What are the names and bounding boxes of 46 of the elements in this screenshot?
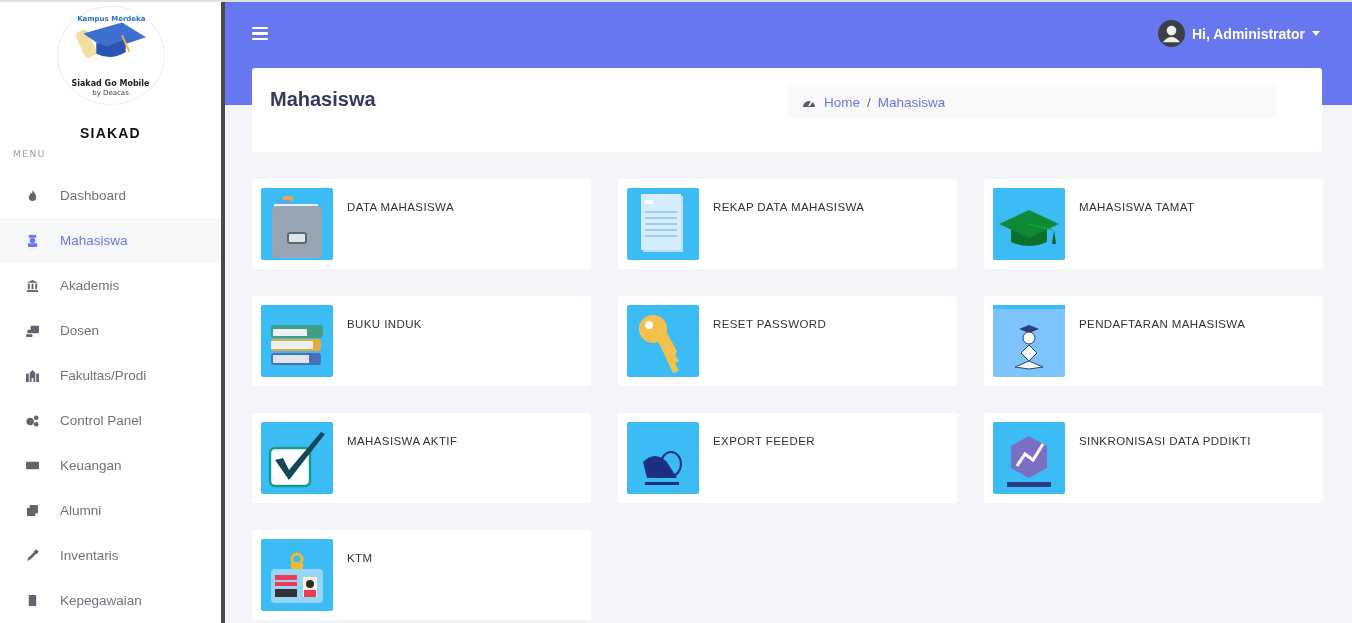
graduate-icon [26, 234, 39, 247]
avatar-icon [1157, 20, 1185, 47]
feeder-logo-icon [627, 422, 699, 494]
user-menu[interactable]: Hi, Administrator [1157, 20, 1320, 47]
bank-icon [26, 279, 39, 292]
fire-icon [26, 189, 39, 202]
card-cabinet-icon [261, 188, 333, 260]
checkbox-icon [261, 422, 333, 494]
sidebar-item[interactable]: Keuangan [0, 443, 221, 488]
breadcrumb-link[interactable]: Mahasiswa [877, 94, 946, 110]
sidebar-item[interactable]: Control Panel [0, 398, 221, 443]
menu-tile[interactable]: KTM [252, 530, 591, 620]
sidebar-item[interactable]: Fakultas/Prodi [0, 353, 221, 398]
key-icon [627, 305, 699, 377]
building-icon [26, 369, 39, 382]
menu-tile[interactable]: BUKU INDUK [252, 296, 591, 386]
sidebar-item[interactable]: Dashboard [0, 173, 221, 218]
menu-tile[interactable]: MAHASISWA AKTIF [252, 413, 591, 503]
books-icon [261, 305, 333, 377]
caret-icon [1312, 31, 1320, 36]
menu-tile[interactable]: MAHASISWA TAMAT [984, 179, 1323, 269]
logo-name: Siakad Go Mobile [71, 79, 150, 88]
sidebar-item[interactable]: Mahasiswa [0, 218, 221, 263]
page-title: Mahasiswa [270, 88, 377, 111]
menu-tile[interactable]: REKAP DATA MAHASISWA [618, 179, 957, 269]
sidebar-item[interactable]: Akademis [0, 263, 221, 308]
menu-tile[interactable]: SINKRONISASI DATA PDDIKTI [984, 413, 1323, 503]
copy-icon [26, 504, 39, 517]
breadcrumb-separator: / [867, 94, 871, 110]
sidebar-item[interactable]: Dosen [0, 308, 221, 353]
menu-tile[interactable]: EXPORT FEEDER [618, 413, 957, 503]
menu-icon[interactable] [252, 24, 268, 43]
menu-tile[interactable]: DATA MAHASISWA [252, 179, 591, 269]
app-title: SIAKAD [79, 125, 142, 141]
menu-tile[interactable]: RESET PASSWORD [618, 296, 957, 386]
graduation-cap-icon [993, 188, 1065, 260]
sidebar-item[interactable]: Alumni [0, 488, 221, 533]
id-card-icon [261, 539, 333, 611]
pen-icon [26, 549, 39, 562]
sidebar-item[interactable]: Kepegawaian [0, 578, 221, 623]
document-icon [627, 188, 699, 260]
menu-tile[interactable]: PENDAFTARAN MAHASISWA [984, 296, 1323, 386]
sidebar-item[interactable]: Inventaris [0, 533, 221, 578]
hexagon-chart-icon [993, 422, 1065, 494]
breadcrumb-link[interactable]: Home [824, 94, 860, 110]
menu-heading: MENU [13, 149, 47, 159]
